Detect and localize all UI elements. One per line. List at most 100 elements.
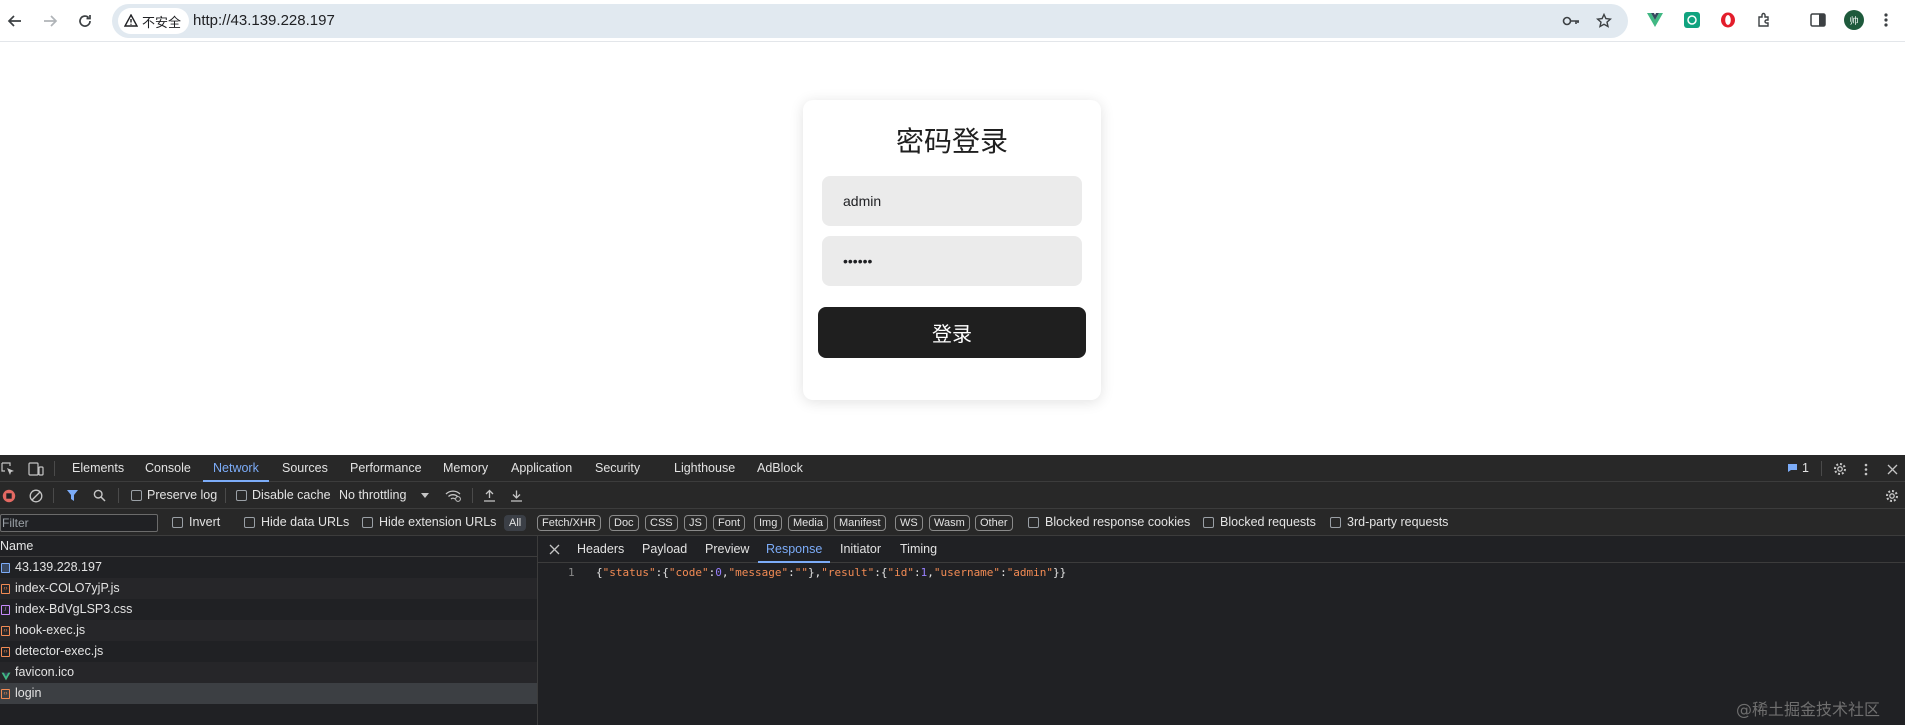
device-toolbar-icon[interactable]	[28, 461, 44, 477]
network-filterbar: Filter Invert Hide data URLs Hide extens…	[0, 509, 1905, 536]
request-row-selected[interactable]: ‹› login	[0, 683, 537, 704]
warning-icon	[124, 14, 138, 27]
request-name: index-BdVgLSP3.css	[15, 602, 133, 616]
security-chip[interactable]: 不安全	[118, 8, 190, 34]
filter-type-manifest[interactable]: Manifest	[834, 515, 886, 531]
invert-label: Invert	[189, 515, 221, 529]
settings-gear-icon[interactable]	[1832, 461, 1848, 477]
tab-application[interactable]: Application	[511, 455, 572, 482]
filter-type-ws[interactable]: WS	[895, 515, 923, 531]
filter-type-font[interactable]: Font	[713, 515, 746, 531]
invert-checkbox[interactable]	[172, 517, 183, 528]
tab-console[interactable]: Console	[145, 455, 191, 482]
filter-type-css[interactable]: CSS	[645, 515, 678, 531]
tab-security[interactable]: Security	[595, 455, 640, 482]
divider	[53, 488, 54, 503]
response-body-text[interactable]: {"status":{"code":0,"message":""},"resul…	[596, 563, 1066, 583]
tab-payload[interactable]: Payload	[642, 536, 687, 563]
url-text[interactable]: http://43.139.228.197	[193, 4, 335, 38]
disable-cache-label: Disable cache	[252, 488, 331, 502]
preserve-log-checkbox[interactable]	[131, 490, 142, 501]
network-conditions-icon[interactable]	[445, 488, 461, 503]
filter-funnel-icon[interactable]	[65, 488, 80, 503]
bookmark-star-icon[interactable]	[1594, 11, 1614, 31]
back-icon[interactable]	[2, 8, 28, 34]
filter-type-fetch-xhr[interactable]: Fetch/XHR	[537, 515, 601, 531]
forward-icon[interactable]	[37, 8, 63, 34]
tab-response[interactable]: Response	[758, 536, 831, 563]
request-name: hook-exec.js	[15, 623, 86, 637]
filter-type-media[interactable]: Media	[788, 515, 828, 531]
password-key-icon[interactable]	[1561, 11, 1581, 31]
blocked-response-cookies-checkbox[interactable]	[1028, 517, 1039, 528]
close-detail-icon[interactable]	[548, 543, 561, 556]
search-icon[interactable]	[92, 488, 107, 503]
column-header-name[interactable]: Name	[0, 536, 538, 557]
tab-sources[interactable]: Sources	[282, 455, 328, 482]
filter-input[interactable]: Filter	[0, 514, 158, 532]
chatgpt-extension-icon[interactable]	[1682, 10, 1702, 30]
request-name: 43.139.228.197	[15, 560, 102, 574]
throttling-select[interactable]: No throttling	[339, 482, 406, 509]
hide-extension-urls-label: Hide extension URLs	[379, 515, 497, 529]
record-stop-icon[interactable]	[1, 488, 16, 503]
divider	[1821, 461, 1822, 476]
tab-elements[interactable]: Elements	[72, 455, 124, 482]
vue-devtools-icon[interactable]	[1645, 10, 1665, 30]
more-menu-icon[interactable]	[1876, 10, 1896, 30]
network-settings-gear-icon[interactable]	[1884, 488, 1900, 504]
request-name: login	[15, 686, 42, 700]
filter-type-img[interactable]: Img	[754, 515, 783, 531]
username-input[interactable]	[822, 176, 1082, 226]
request-row[interactable]: / index-BdVgLSP3.css	[0, 599, 537, 620]
request-row[interactable]: 43.139.228.197	[0, 557, 537, 578]
login-button[interactable]: 登录	[818, 307, 1086, 358]
extensions-puzzle-icon[interactable]	[1754, 10, 1774, 30]
divider	[472, 488, 473, 503]
chevron-down-icon[interactable]	[420, 491, 430, 501]
tab-network[interactable]: Network	[203, 455, 269, 482]
tab-memory[interactable]: Memory	[443, 455, 488, 482]
request-row[interactable]: ‹› index-COLO7yjP.js	[0, 578, 537, 599]
issues-count[interactable]: 1	[1802, 455, 1809, 482]
import-har-icon[interactable]	[482, 488, 497, 503]
preserve-log-label: Preserve log	[147, 488, 218, 502]
disable-cache-checkbox[interactable]	[236, 490, 247, 501]
filter-type-other[interactable]: Other	[975, 515, 1013, 531]
address-bar[interactable]: 不安全 http://43.139.228.197	[112, 4, 1628, 38]
blocked-requests-checkbox[interactable]	[1203, 517, 1214, 528]
opera-extension-icon[interactable]	[1718, 10, 1738, 30]
request-row[interactable]: ‹› hook-exec.js	[0, 620, 537, 641]
export-har-icon[interactable]	[509, 488, 524, 503]
tab-initiator[interactable]: Initiator	[840, 536, 881, 563]
tab-adblock[interactable]: AdBlock	[757, 455, 803, 482]
tab-preview[interactable]: Preview	[705, 536, 749, 563]
profile-avatar[interactable]: 帅	[1844, 10, 1864, 30]
filter-type-js[interactable]: JS	[684, 515, 707, 531]
reload-icon[interactable]	[72, 8, 98, 34]
inspect-element-icon[interactable]	[0, 461, 16, 477]
third-party-requests-checkbox[interactable]	[1330, 517, 1341, 528]
tab-timing[interactable]: Timing	[900, 536, 937, 563]
request-list: Name 43.139.228.197 ‹› index-COLO7yjP.js…	[0, 536, 538, 725]
close-devtools-icon[interactable]	[1884, 461, 1900, 477]
hide-data-urls-checkbox[interactable]	[244, 517, 255, 528]
tab-headers[interactable]: Headers	[577, 536, 624, 563]
hide-data-urls-label: Hide data URLs	[261, 515, 350, 529]
side-panel-icon[interactable]	[1808, 10, 1828, 30]
request-row[interactable]: ‹› detector-exec.js	[0, 641, 537, 662]
devtools-more-icon[interactable]	[1860, 461, 1872, 477]
hide-extension-urls-checkbox[interactable]	[362, 517, 373, 528]
clear-icon[interactable]	[28, 488, 43, 503]
filter-type-doc[interactable]: Doc	[609, 515, 639, 531]
request-row[interactable]: favicon.ico	[0, 662, 537, 683]
third-party-requests-label: 3rd-party requests	[1347, 515, 1449, 529]
tab-performance[interactable]: Performance	[350, 455, 422, 482]
issues-message-icon[interactable]	[1786, 461, 1798, 475]
network-toolbar: Preserve log Disable cache No throttling	[0, 482, 1905, 509]
login-title: 密码登录	[895, 125, 1008, 158]
filter-type-wasm[interactable]: Wasm	[929, 515, 970, 531]
filter-type-all[interactable]: All	[504, 515, 527, 531]
password-input[interactable]	[822, 236, 1082, 286]
tab-lighthouse[interactable]: Lighthouse	[674, 455, 735, 482]
